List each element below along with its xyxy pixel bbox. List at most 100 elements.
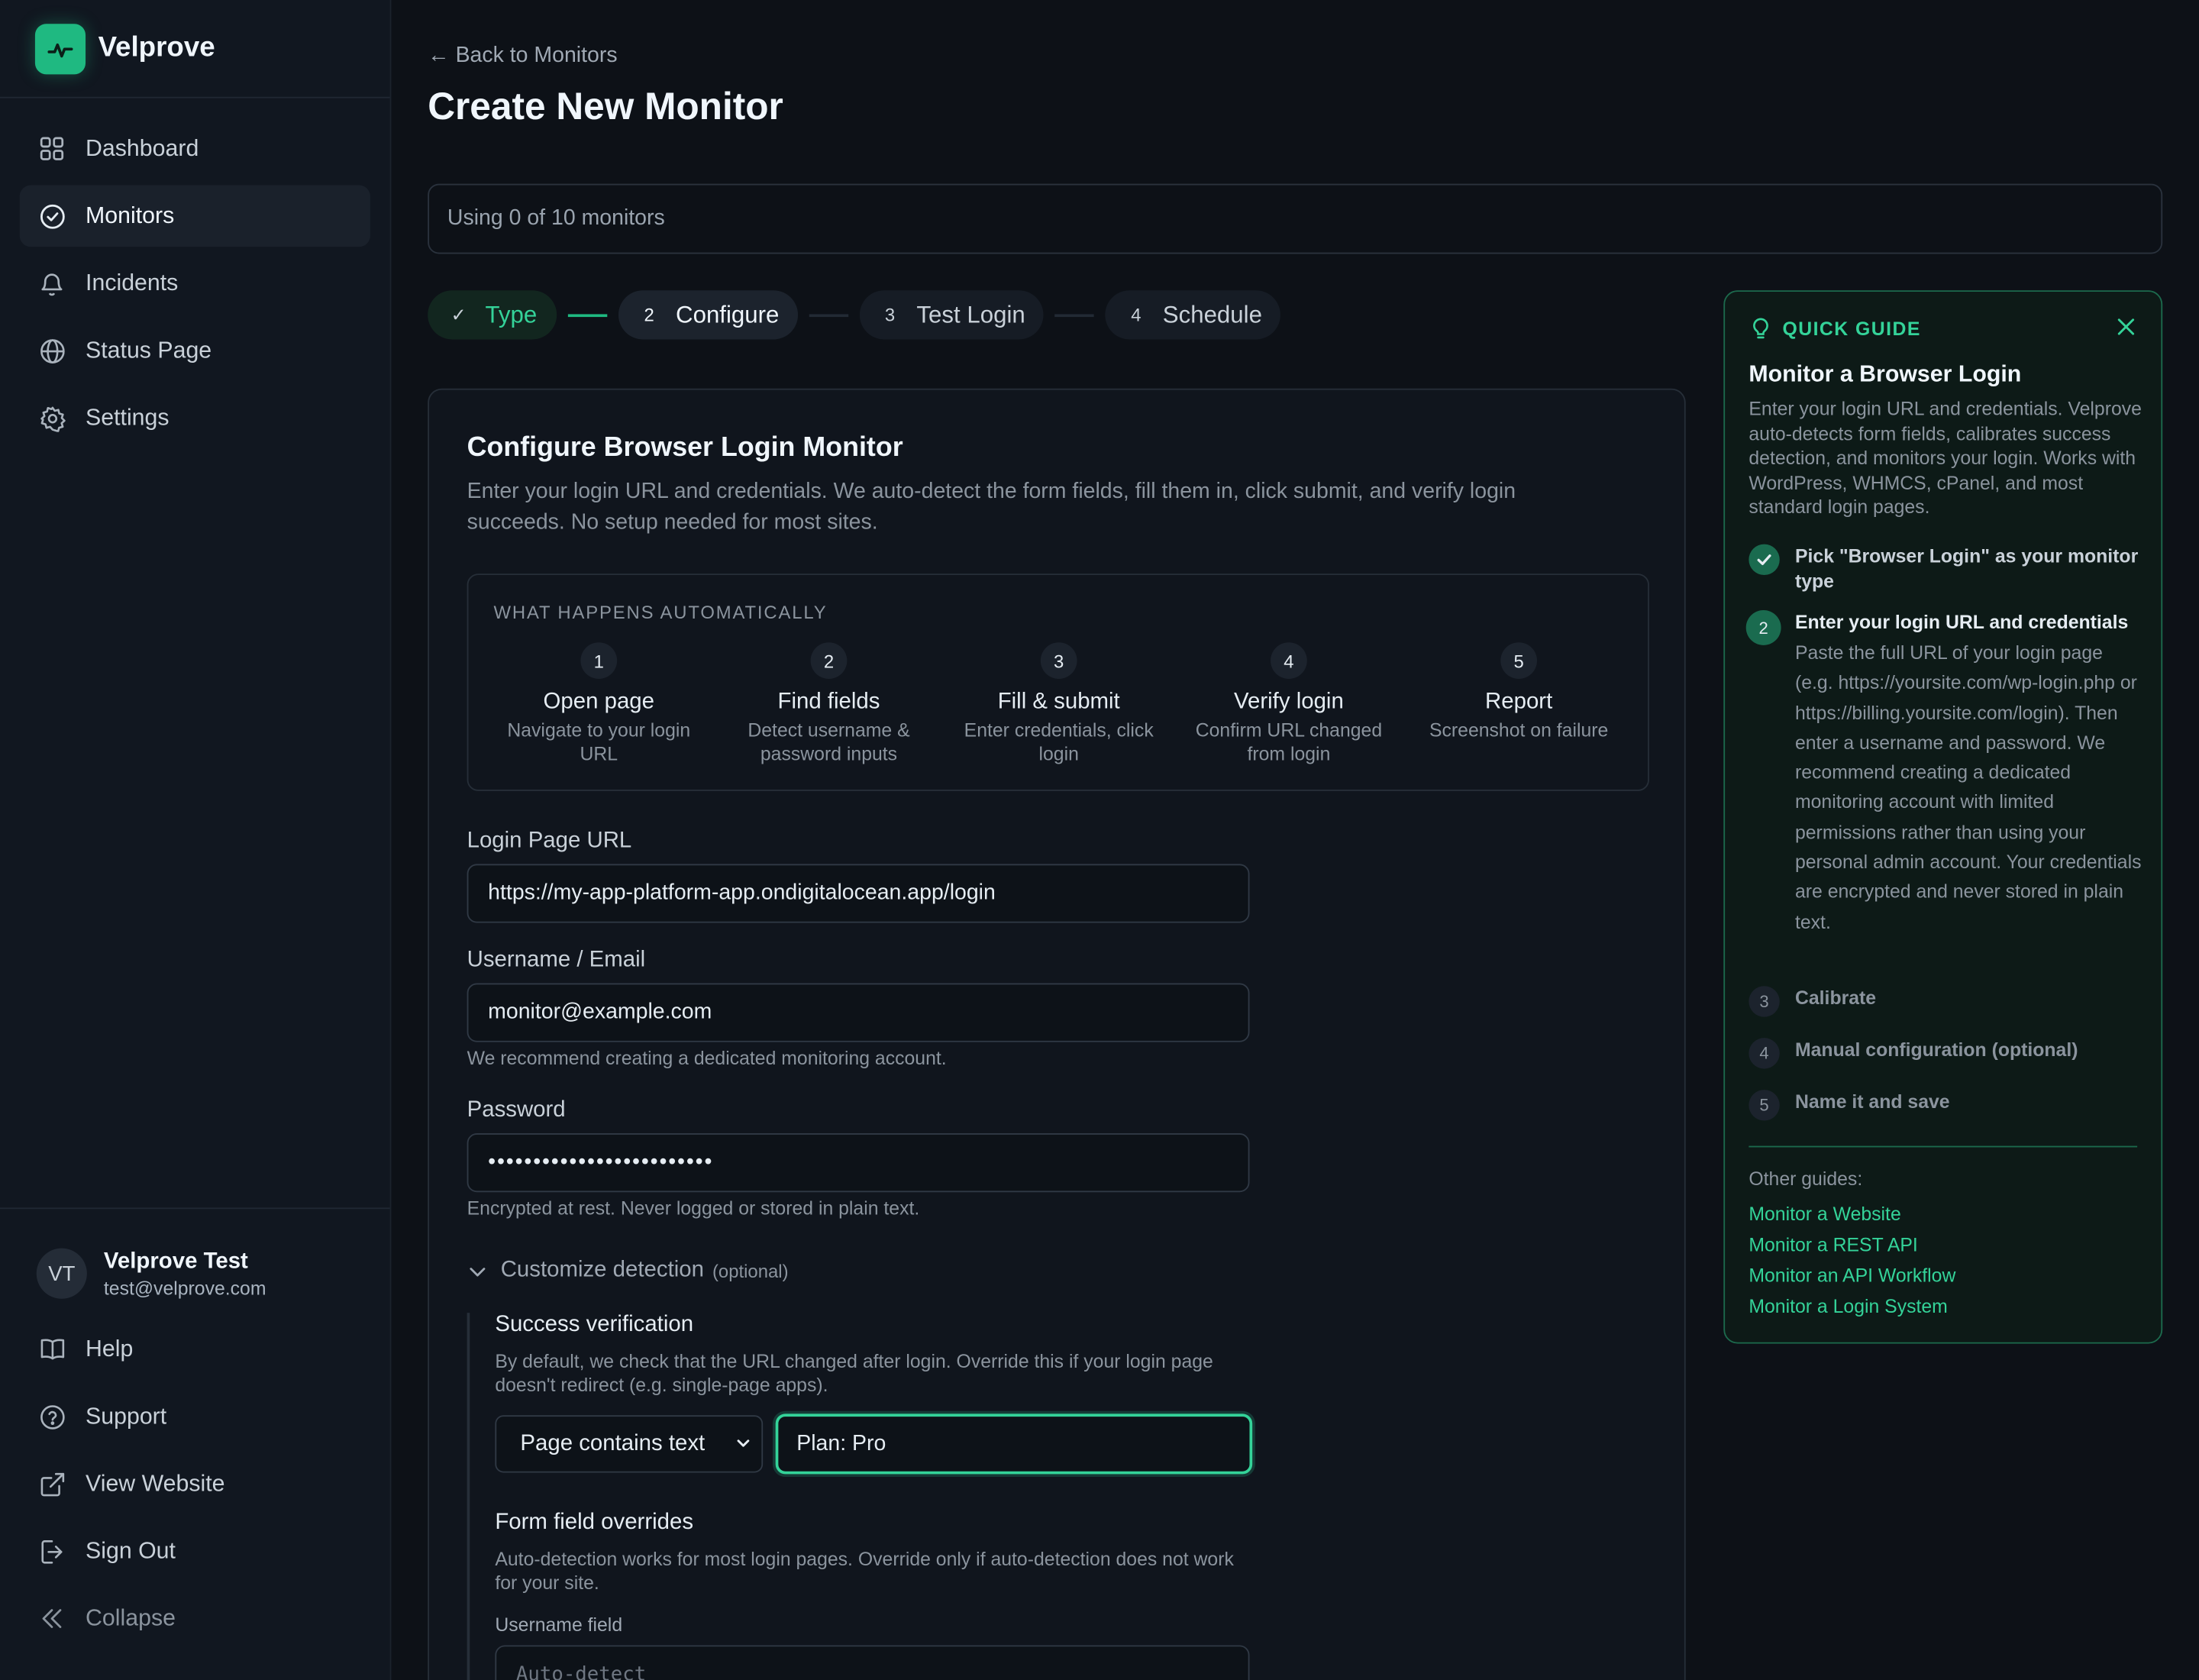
username-label: Username / Email — [467, 948, 646, 972]
step-connector — [809, 313, 848, 317]
guide-title: Monitor a Browser Login — [1749, 361, 2022, 387]
check-circle-icon — [38, 202, 66, 230]
user-email: test@velprove.com — [103, 1277, 266, 1298]
guide-step-text: Calibrate — [1794, 987, 1877, 1009]
sidebar-item-label: Dashboard — [86, 135, 199, 161]
success-verification-title: Success verification — [495, 1313, 694, 1337]
usage-banner: Using 0 of 10 monitors — [428, 183, 2163, 254]
form-title: Configure Browser Login Monitor — [467, 431, 903, 464]
username-input[interactable]: monitor@example.com — [467, 983, 1250, 1042]
auto-step-title: Fill & submit — [997, 690, 1120, 714]
step-number: 2 — [644, 304, 654, 326]
guide-step-number: 5 — [1749, 1090, 1780, 1121]
guide-step: 3 Calibrate — [1749, 986, 2148, 1017]
auto-step-title: Report — [1485, 690, 1553, 714]
guide-link-rest-api[interactable]: Monitor a REST API — [1749, 1234, 1917, 1255]
step-number: 4 — [1131, 304, 1141, 326]
guide-link-api-workflow[interactable]: Monitor an API Workflow — [1749, 1265, 1955, 1287]
auto-step: 4 Verify login Confirm URL changed from … — [1174, 642, 1403, 766]
support-link[interactable]: Support — [20, 1383, 370, 1450]
user-profile[interactable]: VT Velprove Test test@velprove.com — [20, 1209, 370, 1316]
sidebar-nav: Dashboard Monitors Incidents Status Page — [0, 99, 390, 449]
grid-icon — [38, 134, 66, 163]
brand[interactable]: Velprove — [0, 0, 390, 99]
auto-step-desc: Navigate to your login URL — [507, 719, 691, 765]
auto-step-desc: Screenshot on failure — [1429, 719, 1609, 741]
customize-detection-toggle[interactable]: Customize detection (optional) — [467, 1258, 789, 1284]
auto-step-desc: Detect username & password inputs — [748, 719, 910, 765]
step-label: Schedule — [1162, 300, 1262, 328]
username-field-input[interactable]: Auto-detect — [495, 1645, 1250, 1680]
checkmark-icon — [1749, 544, 1780, 576]
select-value: Page contains text — [520, 1431, 706, 1455]
guide-step-text: Pick "Browser Login" as your monitor typ… — [1794, 545, 2139, 593]
sign-out-label: Sign Out — [86, 1537, 176, 1564]
customize-detection-panel: Success verification By default, we chec… — [467, 1313, 1253, 1680]
username-hint: We recommend creating a dedicated monito… — [467, 1048, 947, 1069]
auto-step: 5 Report Screenshot on failure — [1404, 642, 1634, 766]
divider — [1749, 1145, 2138, 1148]
sidebar-item-dashboard[interactable]: Dashboard — [20, 118, 370, 179]
success-text-input[interactable]: Plan: Pro — [775, 1413, 1253, 1475]
step-schedule[interactable]: 4 Schedule — [1105, 290, 1280, 340]
brand-name: Velprove — [98, 32, 215, 63]
login-url-input[interactable]: https://my-app-platform-app.ondigitaloce… — [467, 864, 1250, 923]
view-website-label: View Website — [86, 1470, 225, 1496]
optional-tag: (optional) — [712, 1260, 789, 1281]
step-configure[interactable]: 2 Configure — [618, 290, 798, 340]
double-chevron-left-icon — [38, 1604, 66, 1633]
password-hint: Encrypted at rest. Never logged or store… — [467, 1197, 920, 1220]
form-overrides-desc: Auto-detection works for most login page… — [495, 1548, 1234, 1594]
collapse-label: Collapse — [86, 1605, 176, 1631]
success-mode-select[interactable]: Page contains text — [495, 1415, 764, 1473]
avatar: VT — [36, 1248, 87, 1299]
sidebar-footer: VT Velprove Test test@velprove.com Help … — [0, 1207, 390, 1652]
guide-step-detail: Paste the full URL of your login page (e… — [1794, 642, 2142, 932]
collapse-button[interactable]: Collapse — [20, 1585, 370, 1652]
guide-description: Enter your login URL and credentials. Ve… — [1749, 398, 2142, 518]
auto-step-title: Verify login — [1234, 690, 1344, 714]
sidebar-item-incidents[interactable]: Incidents — [20, 253, 370, 315]
page-title: Create New Monitor — [428, 86, 783, 128]
sidebar-item-label: Status Page — [86, 337, 212, 363]
sidebar-item-status-page[interactable]: Status Page — [20, 320, 370, 382]
guide-link-login-system[interactable]: Monitor a Login System — [1749, 1296, 1947, 1317]
guide-step-text: Manual configuration (optional) — [1794, 1039, 2078, 1061]
sidebar-item-settings[interactable]: Settings — [20, 387, 370, 449]
quick-guide-panel: QUICK GUIDE Monitor a Browser Login Ente… — [1723, 290, 2163, 1344]
chevron-down-icon — [467, 1260, 489, 1281]
url-label: Login Page URL — [467, 829, 632, 853]
guide-step-number: 4 — [1749, 1038, 1780, 1069]
form-description: Enter your login URL and credentials. We… — [467, 480, 1516, 535]
guide-step: 4 Manual configuration (optional) — [1749, 1038, 2148, 1069]
gear-icon — [38, 404, 66, 432]
quick-guide-heading: QUICK GUIDE — [1750, 317, 1921, 341]
sign-out-icon — [38, 1537, 66, 1565]
help-link[interactable]: Help — [20, 1316, 370, 1383]
wizard-stepper: ✓ Type 2 Configure 3 Test Login 4 Schedu… — [428, 290, 1280, 340]
auto-step-number: 3 — [1040, 642, 1077, 679]
step-label: Configure — [676, 300, 780, 328]
lightbulb-icon — [1750, 317, 1771, 341]
checkmark-icon: ✓ — [450, 303, 467, 325]
guide-step-number: 3 — [1749, 986, 1780, 1017]
step-type[interactable]: ✓ Type — [428, 290, 557, 340]
back-to-monitors-link[interactable]: ← Back to Monitors — [428, 44, 617, 69]
form-overrides-title: Form field overrides — [495, 1510, 694, 1535]
password-input[interactable]: ••••••••••••••••••••••••• — [467, 1133, 1250, 1193]
auto-step: 2 Find fields Detect username & password… — [714, 642, 944, 766]
step-label: Type — [485, 300, 538, 328]
help-label: Help — [86, 1336, 134, 1362]
auto-steps-heading: WHAT HAPPENS AUTOMATICALLY — [493, 601, 828, 623]
other-guides-label: Other guides: — [1749, 1168, 1863, 1190]
sidebar-item-label: Settings — [86, 404, 170, 430]
auto-step-title: Open page — [543, 690, 654, 714]
sign-out-link[interactable]: Sign Out — [20, 1517, 370, 1585]
sidebar-item-monitors[interactable]: Monitors — [19, 185, 370, 247]
auto-step-title: Find fields — [777, 690, 880, 714]
success-verification-desc: By default, we check that the URL change… — [495, 1350, 1213, 1396]
step-test-login[interactable]: 3 Test Login — [859, 290, 1044, 340]
view-website-link[interactable]: View Website — [20, 1450, 370, 1517]
close-icon[interactable] — [2117, 317, 2136, 344]
guide-link-website[interactable]: Monitor a Website — [1749, 1203, 1900, 1225]
